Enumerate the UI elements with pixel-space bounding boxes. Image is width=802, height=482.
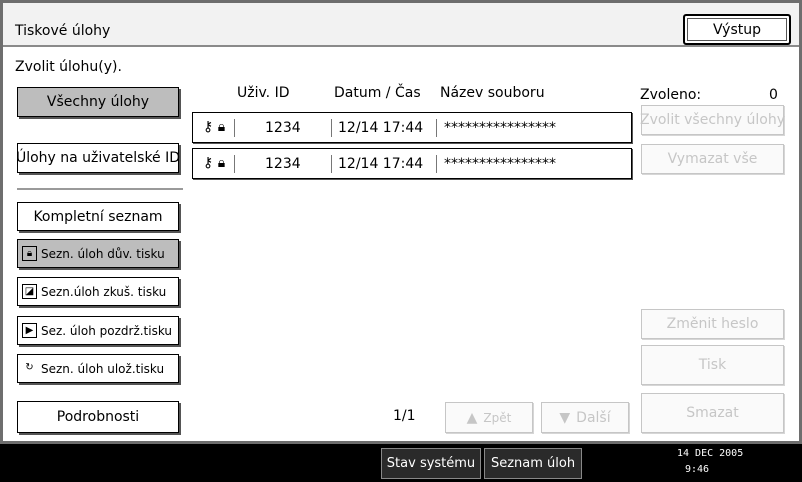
divider xyxy=(17,188,183,190)
cell-divider xyxy=(331,155,332,173)
selected-count: 0 xyxy=(769,87,778,103)
clock-time: 9:46 xyxy=(685,464,710,475)
print-button[interactable]: Tisk xyxy=(641,345,784,385)
job-list-button[interactable]: Seznam úloh xyxy=(484,448,582,479)
job-user-id: 1234 xyxy=(265,156,301,172)
clear-all-button[interactable]: Vymazat vše xyxy=(641,144,784,174)
print-jobs-screen: Tiskové úlohy Výstup Zvolit úlohu(y). Vš… xyxy=(0,0,802,444)
job-date-time: 12/14 17:44 xyxy=(338,120,424,136)
select-prompt: Zvolit úlohu(y). xyxy=(15,59,122,75)
locked-print-list-button[interactable]: 🔒︎ Sezn. úloh dův. tisku xyxy=(17,239,179,268)
lock-icon: 🔒︎ xyxy=(22,246,37,261)
sample-print-icon: ◪ xyxy=(22,284,37,299)
sample-print-list-label: Sezn.úloh zkuš. tisku xyxy=(41,284,167,299)
screen-title: Tiskové úlohy xyxy=(15,23,111,39)
next-page-label: Další xyxy=(576,409,611,426)
selected-label: Zvoleno: xyxy=(640,87,702,103)
stored-print-icon: ↻ xyxy=(25,362,34,373)
hold-print-list-label: Sez. úloh pozdrž.tisku xyxy=(41,323,173,338)
complete-list-button[interactable]: Kompletní seznam xyxy=(17,202,179,231)
cell-divider xyxy=(234,155,235,173)
hold-print-icon: ▶ xyxy=(22,323,37,338)
clock-date: 14 DEC 2005 xyxy=(677,448,744,459)
job-file-name: **************** xyxy=(444,156,556,172)
job-date-time: 12/14 17:44 xyxy=(338,156,424,172)
prev-page-button[interactable]: ▲ Zpět xyxy=(445,402,533,433)
job-user-id: 1234 xyxy=(265,120,301,136)
cell-divider xyxy=(436,119,437,137)
column-header-file-name: Název souboru xyxy=(440,85,545,101)
column-header-date-time: Datum / Čas xyxy=(334,85,421,101)
key-lock-icon: ⚷ 🔒︎ xyxy=(203,119,226,135)
prev-page-label: Zpět xyxy=(483,410,512,425)
exit-button[interactable]: Výstup xyxy=(683,14,791,45)
job-row[interactable]: ⚷ 🔒︎ 1234 12/14 17:44 **************** xyxy=(192,148,632,179)
system-status-button[interactable]: Stav systému xyxy=(381,448,481,479)
hold-print-list-button[interactable]: ▶ Sez. úloh pozdrž.tisku xyxy=(17,316,179,345)
delete-button[interactable]: Smazat xyxy=(641,393,784,433)
cell-divider xyxy=(234,119,235,137)
user-id-jobs-button[interactable]: Úlohy na uživatelské ID xyxy=(16,143,180,173)
locked-print-list-label: Sezn. úloh dův. tisku xyxy=(41,246,165,261)
cell-divider xyxy=(436,155,437,173)
column-header-user-id: Uživ. ID xyxy=(237,85,290,101)
next-page-button[interactable]: ▼ Další xyxy=(541,402,629,433)
key-lock-icon: ⚷ 🔒︎ xyxy=(203,155,226,171)
stored-print-list-label: Sezn. úloh ulož.tisku xyxy=(41,361,165,376)
sample-print-list-button[interactable]: ◪ Sezn.úloh zkuš. tisku xyxy=(17,277,179,306)
stored-print-list-button[interactable]: ↻ Sezn. úloh ulož.tisku xyxy=(17,354,179,383)
all-jobs-button[interactable]: Všechny úlohy xyxy=(17,87,179,117)
details-button[interactable]: Podrobnosti xyxy=(17,401,179,433)
change-password-button[interactable]: Změnit heslo xyxy=(641,309,784,339)
job-file-name: **************** xyxy=(444,120,556,136)
up-arrow-icon: ▲ xyxy=(466,409,478,426)
title-bar: Tiskové úlohy Výstup xyxy=(3,3,799,47)
cell-divider xyxy=(331,119,332,137)
down-arrow-icon: ▼ xyxy=(559,409,571,426)
job-row[interactable]: ⚷ 🔒︎ 1234 12/14 17:44 **************** xyxy=(192,112,632,143)
select-all-button[interactable]: Zvolit všechny úlohy xyxy=(640,105,785,135)
page-indicator: 1/1 xyxy=(393,408,416,424)
